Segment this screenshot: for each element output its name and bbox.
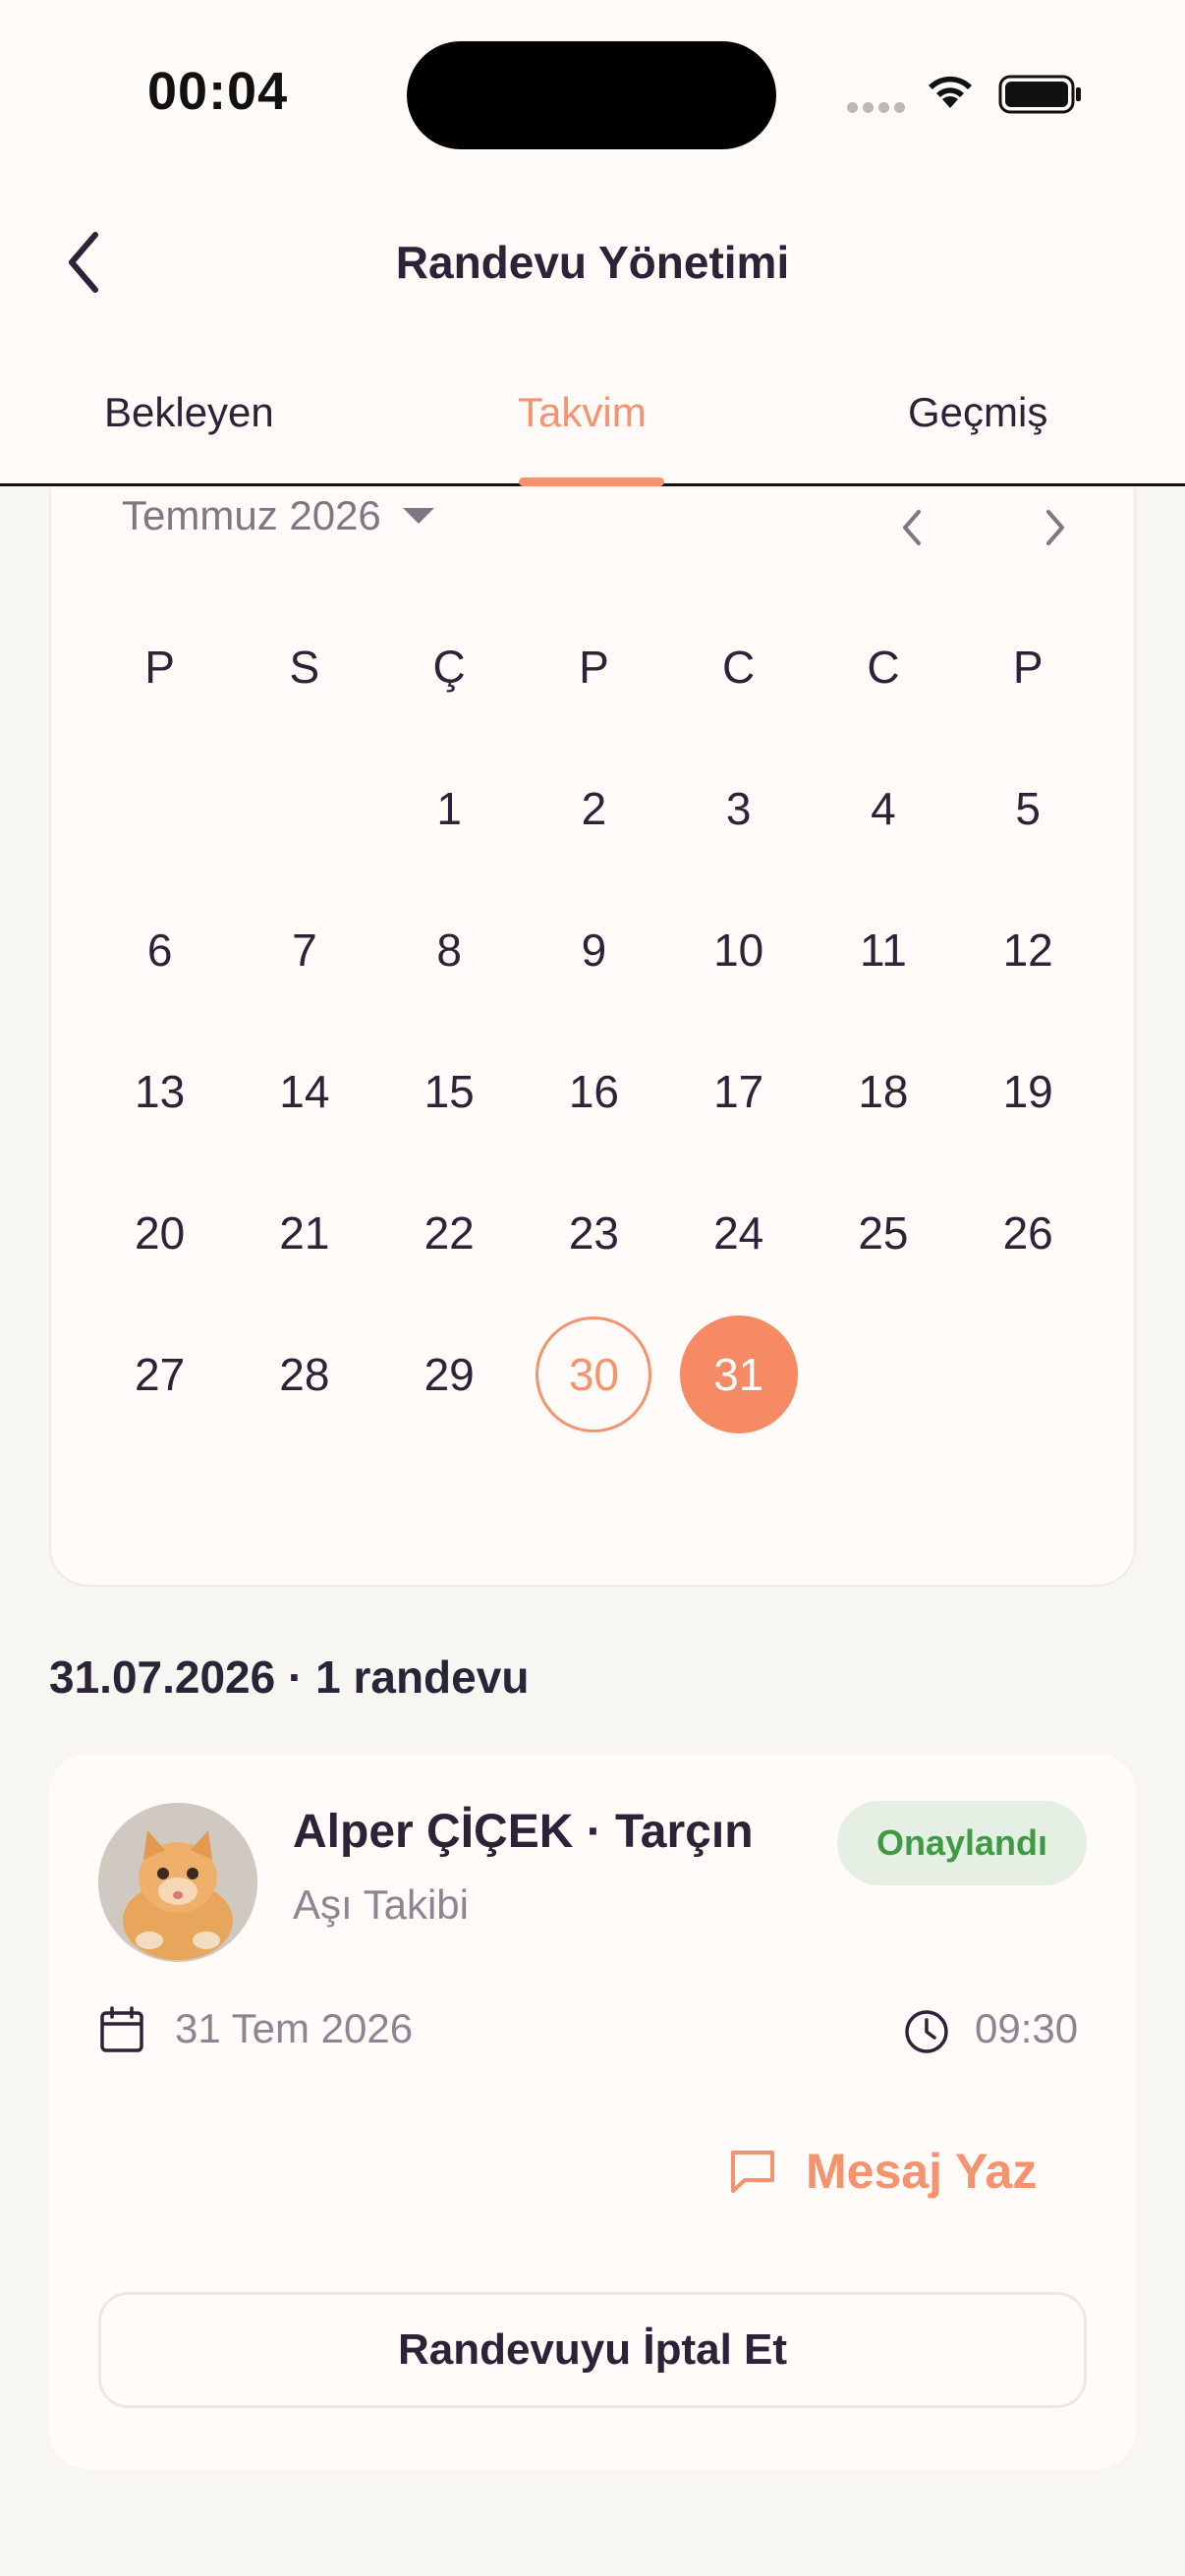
weekday-label: C xyxy=(722,642,756,694)
calendar-day-4[interactable]: 4 xyxy=(824,750,942,868)
calendar-day-29[interactable]: 29 xyxy=(390,1316,508,1433)
calendar-day-16[interactable]: 16 xyxy=(535,1033,652,1150)
calendar-day-22[interactable]: 22 xyxy=(390,1174,508,1292)
appointment-card[interactable]: Alper ÇİÇEK · Tarçın Aşı Takibi Onayland… xyxy=(49,1754,1136,2469)
calendar-day-30[interactable]: 30 xyxy=(536,1316,652,1432)
calendar-day-24[interactable]: 24 xyxy=(680,1174,798,1292)
selected-date-summary: 31.07.2026 · 1 randevu xyxy=(49,1652,530,1703)
calendar-day-23[interactable]: 23 xyxy=(535,1174,652,1292)
calendar-icon xyxy=(100,2006,143,2052)
calendar-day-31[interactable]: 31 xyxy=(679,1315,798,1433)
calendar-day-1[interactable]: 1 xyxy=(390,750,508,868)
calendar-day-20[interactable]: 20 xyxy=(101,1174,219,1292)
weekday-label: Ç xyxy=(432,642,466,694)
chevron-left-icon xyxy=(903,510,921,545)
page-title: Randevu Yönetimi xyxy=(395,237,790,288)
pet-avatar xyxy=(98,1803,257,1962)
calendar-day-2[interactable]: 2 xyxy=(535,750,652,868)
calendar-day-17[interactable]: 17 xyxy=(680,1033,798,1150)
month-label: Temmuz 2026 xyxy=(122,492,381,538)
month-selector[interactable]: Temmuz 2026 xyxy=(122,492,434,539)
calendar-day-8[interactable]: 8 xyxy=(390,891,508,1009)
tab-pending[interactable]: Bekleyen xyxy=(104,389,274,436)
calendar-day-6[interactable]: 6 xyxy=(101,891,219,1009)
app-header: Randevu Yönetimi xyxy=(0,187,1185,334)
calendar-day-21[interactable]: 21 xyxy=(246,1174,364,1292)
weekday-label: S xyxy=(289,642,320,694)
calendar-day-25[interactable]: 25 xyxy=(824,1174,942,1292)
dynamic-island xyxy=(407,41,776,149)
send-message-button[interactable]: Mesaj Yaz xyxy=(727,2127,1037,2215)
calendar-day-28[interactable]: 28 xyxy=(246,1316,364,1433)
calendar-day-18[interactable]: 18 xyxy=(824,1033,942,1150)
battery-icon xyxy=(998,75,1081,114)
calendar-day-13[interactable]: 13 xyxy=(101,1033,219,1150)
tab-calendar[interactable]: Takvim xyxy=(518,389,647,436)
cancel-appointment-button[interactable]: Randevuyu İptal Et xyxy=(98,2292,1087,2408)
weekday-label: C xyxy=(867,642,900,694)
chevron-right-icon xyxy=(1046,510,1064,545)
calendar-card: Temmuz 2026 PSÇPCCP 1 2 3 4 5 6 7 8 9 10 11 12 13 14 1… xyxy=(49,488,1136,1587)
active-tab-indicator xyxy=(519,477,664,486)
caret-down-icon xyxy=(402,508,434,524)
appointment-time: 09:30 xyxy=(975,2005,1079,2051)
status-time: 00:04 xyxy=(147,62,289,121)
send-message-label: Mesaj Yaz xyxy=(806,2144,1038,2199)
previous-month-button[interactable] xyxy=(882,498,941,557)
calendar-day-7[interactable]: 7 xyxy=(246,891,364,1009)
appointment-service: Aşı Takibi xyxy=(293,1881,469,1928)
calendar-day-15[interactable]: 15 xyxy=(390,1033,508,1150)
next-month-button[interactable] xyxy=(1026,498,1085,557)
weekday-label: P xyxy=(144,642,175,694)
weekday-label: P xyxy=(579,642,609,694)
calendar-day-3[interactable]: 3 xyxy=(680,750,798,868)
calendar-day-19[interactable]: 19 xyxy=(969,1033,1087,1150)
calendar-day-10[interactable]: 10 xyxy=(680,891,798,1009)
weekday-label: P xyxy=(1012,642,1044,694)
tab-history[interactable]: Geçmiş xyxy=(908,389,1047,436)
calendar-day-9[interactable]: 9 xyxy=(535,891,652,1009)
calendar-day-14[interactable]: 14 xyxy=(246,1033,364,1150)
clock-icon xyxy=(905,2010,948,2053)
calendar-day-26[interactable]: 26 xyxy=(969,1174,1087,1292)
status-bar: 00:04 xyxy=(0,0,1185,187)
appointment-date: 31 Tem 2026 xyxy=(175,2005,414,2051)
calendar-day-5[interactable]: 5 xyxy=(969,750,1087,868)
calendar-day-11[interactable]: 11 xyxy=(824,891,942,1009)
wifi-icon xyxy=(929,76,972,108)
tab-bar: Bekleyen Takvim Geçmiş xyxy=(0,334,1185,486)
status-badge: Onaylandı xyxy=(837,1801,1087,1885)
appointment-title: Alper ÇİÇEK · Tarçın xyxy=(293,1806,754,1858)
calendar-day-12[interactable]: 12 xyxy=(969,891,1087,1009)
calendar-day-27[interactable]: 27 xyxy=(101,1316,219,1433)
message-icon xyxy=(731,2151,774,2193)
